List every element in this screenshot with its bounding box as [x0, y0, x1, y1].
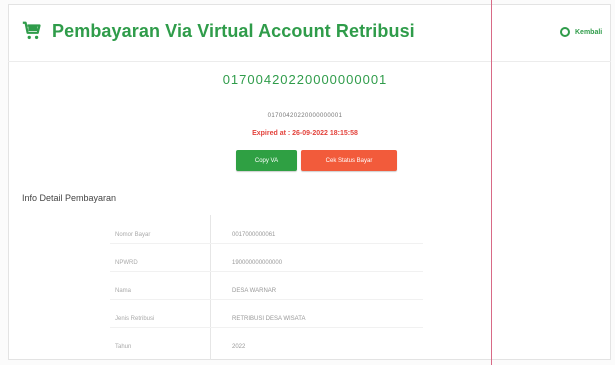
detail-value: 2022 [232, 344, 246, 350]
va-number: 01700420220000000001 [222, 72, 388, 87]
check-status-button[interactable]: Cek Status Bayar [301, 150, 397, 171]
detail-value: DESA WARNAR [232, 288, 277, 294]
detail-label: Nomor Bayar [115, 232, 151, 238]
detail-row-nomor-bayar: Nomor Bayar 0017000000061 [0, 228, 603, 244]
detail-label: Jenis Retribusi [115, 316, 155, 322]
vertical-divider [491, 0, 492, 365]
detail-row-jenis-retribusi: Jenis Retribusi RETRIBUSI DESA WISATA [0, 312, 603, 328]
back-button[interactable]: Kembali [560, 24, 602, 40]
back-circle-icon [560, 27, 570, 37]
detail-value: 0017000000061 [232, 232, 276, 238]
detail-value: 190000000000000 [232, 260, 283, 266]
detail-value: RETRIBUSI DESA WISATA [232, 316, 306, 322]
page-title: Pembayaran Via Virtual Account Retribusi [52, 21, 415, 41]
detail-label: NPWRD [115, 260, 138, 266]
va-number-small: 01700420220000000001 [267, 113, 343, 119]
expired-text: Expired at : 26-09-2022 18:15:58 [252, 130, 358, 137]
detail-label: Nama [115, 288, 132, 294]
detail-row-npwrd: NPWRD 190000000000000 [0, 256, 603, 272]
detail-row-tahun: Tahun 2022 [0, 340, 603, 356]
detail-label: Tahun [115, 344, 132, 350]
shopping-cart-icon [22, 21, 41, 40]
page-header: Pembayaran Via Virtual Account Retribusi… [8, 4, 611, 62]
detail-row-nama: Nama DESA WARNAR [0, 284, 603, 300]
back-label: Kembali [575, 28, 603, 36]
detail-section-title: Info Detail Pembayaran [22, 193, 117, 203]
copy-va-button[interactable]: Copy VA [236, 150, 297, 171]
